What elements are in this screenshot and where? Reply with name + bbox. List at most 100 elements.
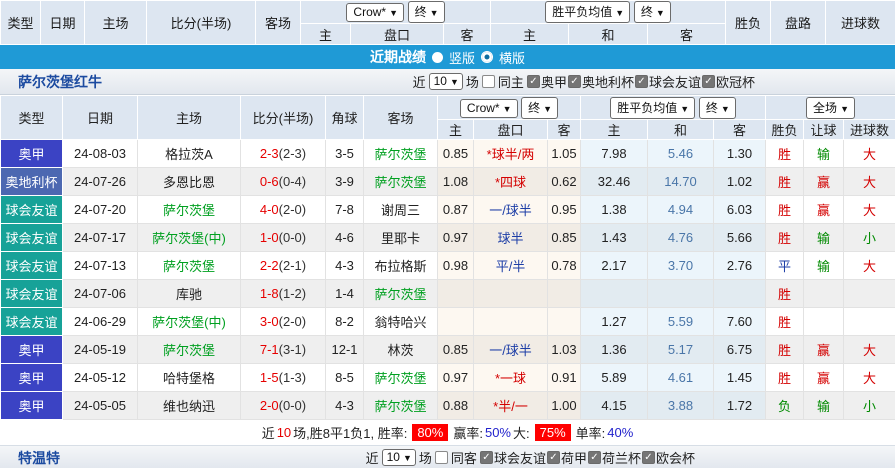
full-score: 2-2: [259, 258, 279, 273]
home-team-filters: 近 10 ▼ 场 同主 ✓ 奥甲 ✓ 奥地利杯 ✓ 球会友谊 ✓ 欧冠杯: [413, 72, 895, 91]
league-checkbox[interactable]: ✓: [526, 75, 540, 88]
full-score: 0-6: [259, 174, 279, 189]
near-label: 近: [412, 75, 426, 90]
horizontal-layout-radio[interactable]: [481, 51, 493, 63]
corners: 4-6: [325, 223, 364, 252]
away-team: 谢周三: [363, 195, 438, 224]
odds-away: 0.95: [547, 195, 581, 224]
league-checkbox[interactable]: ✓: [567, 75, 581, 88]
win-rate-badge: 80%: [412, 424, 449, 441]
mean-subcol-0: 主: [580, 119, 648, 140]
mean-stage-select[interactable]: 终 ▼: [698, 96, 736, 119]
odds-stage-select[interactable]: 终 ▼: [407, 1, 445, 23]
odds-company-select[interactable]: Crow* ▼: [459, 98, 518, 118]
odds-stage-select[interactable]: 终 ▼: [521, 96, 559, 119]
stats-count: 10: [276, 425, 292, 440]
away-team: 萨尔茨堡: [363, 363, 438, 392]
league-checkbox[interactable]: ✓: [641, 451, 655, 464]
odds-subcol-1: 盘口: [473, 119, 548, 140]
goals-over-under: 大: [843, 195, 895, 224]
mean-draw: 3.88: [647, 391, 714, 420]
league-checkbox[interactable]: ✓: [701, 75, 715, 88]
corners: 7-8: [325, 195, 364, 224]
table-row: 球会友谊 24-07-13 萨尔茨堡 2-2(2-1) 4-3 布拉格斯 0.98 平/半 0.…: [0, 251, 895, 280]
league-checkbox[interactable]: ✓: [479, 451, 493, 464]
home-team: 库驰: [137, 279, 241, 308]
match-date: 24-07-06: [62, 279, 138, 308]
score-cell: 2-2(2-1): [240, 251, 326, 280]
half-score: (2-0): [278, 202, 307, 217]
select-value: 胜平负均值: [617, 100, 678, 115]
mean-draw: 14.70: [647, 167, 714, 196]
away-team-filters: 近 10 ▼ 场 同客 ✓ 球会友谊 ✓ 荷甲 ✓ 荷兰杯 ✓ 欧会杯: [366, 448, 895, 467]
handicap: *四球: [473, 167, 548, 196]
matches-table: 类型 日期 主场 比分(半场) 角球 客场 Crow* ▼ 终 ▼ 胜平负均值 ▼ 终 ▼ 全场 ▼ 主盘口…: [0, 95, 895, 420]
home-team: 萨尔茨堡: [137, 251, 241, 280]
mean-draw: 5.46: [647, 139, 714, 168]
mean-odds-select[interactable]: 胜平负均值 ▼: [610, 96, 696, 119]
league-label: 欧会杯: [655, 451, 695, 466]
league-checkbox[interactable]: ✓: [546, 451, 560, 464]
match-date: 24-07-20: [62, 195, 138, 224]
league-label: 奥甲: [540, 75, 567, 90]
chevron-down-icon: ▼: [389, 8, 399, 18]
full-score: 1-8: [259, 286, 279, 301]
odds-away: 1.00: [547, 391, 581, 420]
league-type-cell: 奥甲: [0, 139, 63, 168]
same-venue-checkbox[interactable]: [481, 75, 495, 88]
odds-home: 0.98: [437, 251, 474, 280]
same-venue-checkbox[interactable]: [434, 451, 448, 464]
away-team: 布拉格斯: [363, 251, 438, 280]
mean-draw: 4.76: [647, 223, 714, 252]
corners: 4-3: [325, 251, 364, 280]
fulltime-select[interactable]: 全场 ▼: [806, 96, 855, 119]
league-checkbox[interactable]: ✓: [587, 451, 601, 464]
table-row: 球会友谊 24-07-06 库驰 1-8(1-2) 1-4 萨尔茨堡胜: [0, 279, 895, 308]
win-loss: 胜: [765, 139, 805, 168]
header-col-3: 比分(半场): [146, 0, 256, 45]
league-type-cell: 球会友谊: [0, 279, 63, 308]
handicap-result: 输: [803, 139, 845, 168]
full-score: 4-0: [259, 202, 279, 217]
select-value: 终: [528, 100, 541, 115]
score-cell: 3-0(2-0): [240, 307, 326, 336]
chevron-down-icon: ▼: [402, 453, 412, 463]
odds-away: 1.05: [547, 139, 581, 168]
vertical-layout-radio[interactable]: [431, 51, 443, 63]
away-team: 里耶卡: [363, 223, 438, 252]
table-row: 球会友谊 24-07-17 萨尔茨堡(中) 1-0(0-0) 4-6 里耶卡 0.97 球半 0…: [0, 223, 895, 252]
handicap-result: 赢: [803, 195, 845, 224]
mean-odds-select[interactable]: 胜平负均值 ▼: [545, 1, 631, 23]
mean-draw: 5.17: [647, 335, 714, 364]
handicap: [473, 279, 548, 308]
mean-away: 6.75: [712, 335, 767, 364]
header-tail-0: 胜负: [725, 0, 772, 45]
league-checkbox[interactable]: ✓: [634, 75, 648, 88]
win-loss: 胜: [765, 335, 805, 364]
summary-stats-bar: 近 10 场,胜8平1负1, 胜率: 80% 赢率: 50% 大: 75% 单率: 40…: [0, 420, 895, 446]
games-count-select[interactable]: 10 ▼: [428, 73, 463, 90]
handicap-result: 赢: [803, 335, 845, 364]
league-type-cell: 奥甲: [0, 391, 63, 420]
corners: 3-5: [325, 139, 364, 168]
odds-home: 0.85: [437, 139, 474, 168]
mean-draw: 3.70: [647, 251, 714, 280]
over-rate-badge: 75%: [534, 424, 571, 441]
handicap-result: [803, 307, 845, 336]
win-loss: 胜: [765, 195, 805, 224]
half-score: (1-2): [278, 286, 307, 301]
mean-stage-select[interactable]: 终 ▼: [633, 1, 671, 23]
banner-title: 近期战绩: [369, 49, 426, 65]
half-score: (2-3): [278, 146, 307, 161]
mean-away: 1.02: [712, 167, 767, 196]
handicap-result: 输: [803, 251, 845, 280]
header-col-4: 客场: [255, 0, 301, 45]
away-team: 林茨: [363, 335, 438, 364]
odds-company-select[interactable]: Crow* ▼: [346, 3, 405, 22]
single-rate-label: 单率:: [575, 426, 606, 441]
select-value: 终: [640, 5, 653, 19]
win-loss: 平: [765, 251, 805, 280]
full-score: 2-3: [259, 146, 279, 161]
games-count-select[interactable]: 10 ▼: [381, 449, 416, 466]
header-col-0: 类型: [0, 0, 41, 45]
